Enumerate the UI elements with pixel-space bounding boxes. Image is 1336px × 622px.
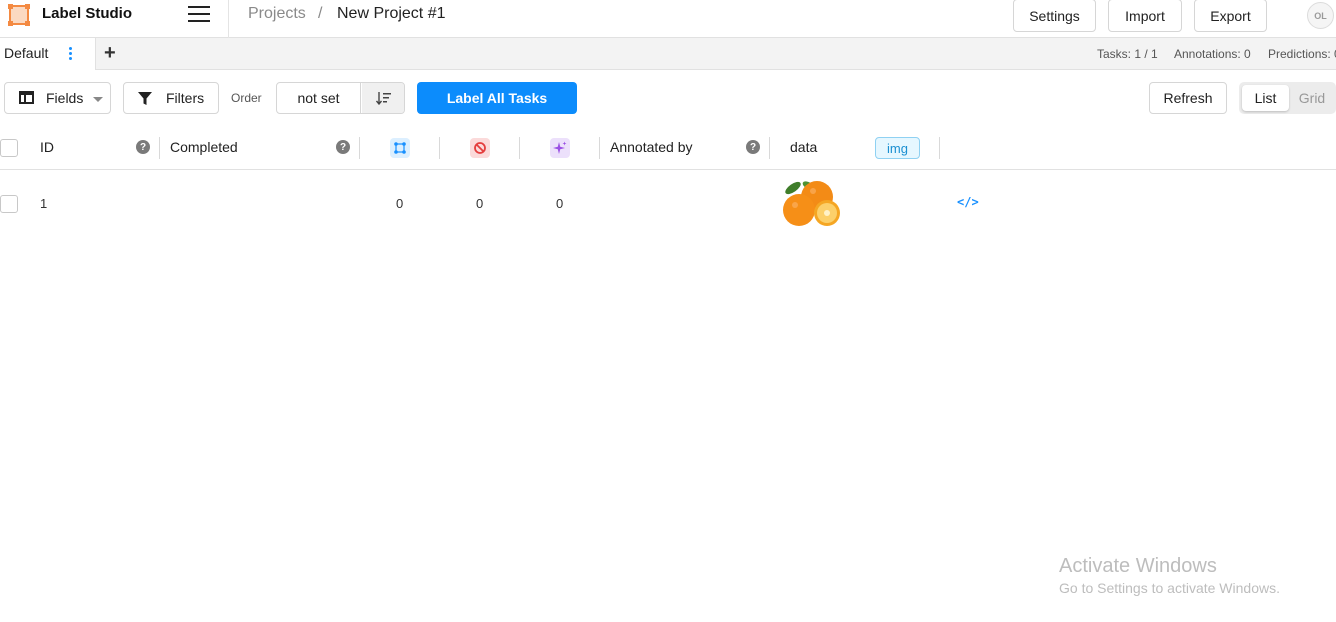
filters-button[interactable]: Filters [123,82,219,114]
app-name: Label Studio [42,5,132,22]
user-avatar[interactable]: OL [1307,2,1334,29]
column-resize-handle[interactable] [769,137,770,159]
help-icon[interactable]: ? [336,140,350,154]
menu-hamburger-icon[interactable] [188,6,210,24]
row-checkbox[interactable] [0,195,18,213]
columns-icon [19,91,34,104]
column-resize-handle[interactable] [159,137,160,159]
refresh-button[interactable]: Refresh [1149,82,1227,114]
cell-cancelled: 0 [476,196,484,211]
filter-icon [138,92,152,105]
settings-button[interactable]: Settings [1013,0,1096,32]
label-all-tasks-button[interactable]: Label All Tasks [417,82,577,114]
help-icon[interactable]: ? [746,140,760,154]
sort-direction-button[interactable] [362,83,404,113]
breadcrumb-separator: / [318,5,323,22]
column-data[interactable]: data [790,139,817,155]
table-row[interactable]: 1 0 0 0 </> [0,171,1336,235]
fields-button[interactable]: Fields [4,82,111,114]
label-studio-logo-icon[interactable] [8,4,30,26]
predictions-icon[interactable] [550,138,570,158]
column-completed[interactable]: Completed [170,139,238,155]
export-button[interactable]: Export [1194,0,1267,32]
filters-label: Filters [166,90,205,106]
cell-predictions: 0 [556,196,564,211]
column-id[interactable]: ID [40,139,54,155]
sort-direction-icon [376,92,391,105]
data-type-tag: img [875,137,920,159]
breadcrumb-current-project[interactable]: New Project #1 [337,5,446,23]
activate-windows-subtitle: Go to Settings to activate Windows. [1059,580,1280,596]
chevron-down-icon [93,97,103,102]
tasks-count: Tasks: 1 / 1 [1097,47,1158,61]
annotations-count: Annotations: 0 [1174,47,1251,61]
import-button[interactable]: Import [1108,0,1182,32]
column-resize-handle[interactable] [599,137,600,159]
code-icon[interactable]: </> [957,195,979,209]
grid-view-button[interactable]: Grid [1290,85,1334,111]
table-header: ID ? Completed ? Annotated by ? data img [0,124,1336,170]
column-resize-handle[interactable] [939,137,940,159]
header-divider [228,0,229,38]
list-view-button[interactable]: List [1242,85,1289,111]
annotations-icon[interactable] [390,138,410,158]
cancelled-icon[interactable] [470,138,490,158]
cell-annotations: 0 [396,196,404,211]
tab-options-icon[interactable] [66,47,74,61]
add-tab-plus-icon[interactable]: + [104,42,116,65]
view-toggle: List Grid [1239,82,1336,114]
views-tab-bar: Default + Tasks: 1 / 1 Annotations: 0 Pr… [0,38,1336,70]
tab-default[interactable]: Default [0,38,96,70]
cell-id: 1 [40,196,48,211]
predictions-count: Predictions: 0 [1268,47,1336,61]
fields-label: Fields [46,90,84,106]
column-annotated-by[interactable]: Annotated by [610,139,693,155]
column-resize-handle[interactable] [439,137,440,159]
activate-windows-title: Activate Windows [1059,555,1217,577]
breadcrumb-projects-link[interactable]: Projects [248,5,306,23]
order-label: Order [231,91,262,105]
select-all-checkbox[interactable] [0,139,18,157]
help-icon[interactable]: ? [136,140,150,154]
column-resize-handle[interactable] [519,137,520,159]
order-select[interactable]: not set [277,83,361,113]
orange-image[interactable] [781,177,843,231]
top-navigation-bar: Label Studio Projects / New Project #1 S… [0,0,1336,38]
column-resize-handle[interactable] [359,137,360,159]
order-control: not set [276,82,405,114]
tab-default-label: Default [4,45,49,61]
